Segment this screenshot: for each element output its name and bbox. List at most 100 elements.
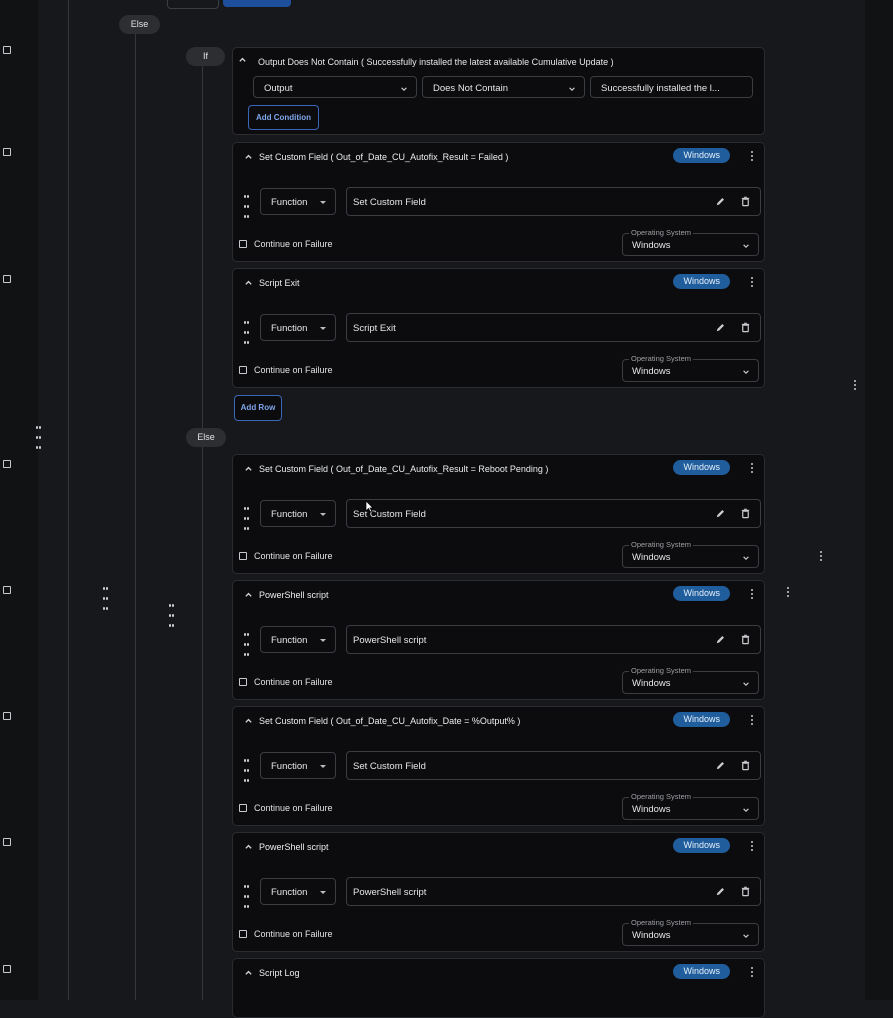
- continue-on-failure[interactable]: Continue on Failure: [239, 677, 333, 687]
- drag-handle-icon[interactable]: [244, 881, 252, 911]
- edit-icon[interactable]: [715, 886, 726, 897]
- continue-on-failure-checkbox[interactable]: [239, 803, 247, 812]
- operating-system-value: Windows: [632, 930, 671, 941]
- operating-system-select[interactable]: Operating System Windows: [622, 354, 759, 382]
- chevron-up-icon[interactable]: [244, 464, 253, 473]
- operating-system-select[interactable]: Operating System Windows: [622, 792, 759, 820]
- drag-handle-icon[interactable]: [244, 629, 252, 659]
- more-options-icon[interactable]: [820, 551, 823, 563]
- top-secondary-button[interactable]: [167, 0, 219, 9]
- continue-on-failure-checkbox[interactable]: [239, 365, 247, 374]
- more-options-icon[interactable]: [854, 380, 857, 392]
- delete-icon[interactable]: [740, 886, 751, 897]
- delete-icon[interactable]: [740, 760, 751, 771]
- tree-line: [202, 66, 203, 1000]
- continue-on-failure-label: Continue on Failure: [254, 365, 333, 375]
- card-title: Script Log: [259, 968, 300, 978]
- row-checkbox[interactable]: [3, 586, 11, 594]
- continue-on-failure-checkbox[interactable]: [239, 677, 247, 686]
- condition-operator-select[interactable]: Does Not Contain: [422, 76, 585, 98]
- delete-icon[interactable]: [740, 322, 751, 333]
- function-select[interactable]: Function: [260, 878, 336, 905]
- edit-icon[interactable]: [715, 634, 726, 645]
- drag-handle-icon[interactable]: [169, 600, 177, 630]
- continue-on-failure-label: Continue on Failure: [254, 929, 333, 939]
- more-options-icon[interactable]: [751, 967, 754, 979]
- add-condition-button[interactable]: Add Condition: [248, 105, 319, 130]
- delete-icon[interactable]: [740, 196, 751, 207]
- function-select[interactable]: Function: [260, 626, 336, 653]
- chevron-up-icon[interactable]: [244, 968, 253, 977]
- row-checkbox[interactable]: [3, 275, 11, 283]
- function-select[interactable]: Function: [260, 188, 336, 215]
- continue-on-failure[interactable]: Continue on Failure: [239, 239, 333, 249]
- function-select[interactable]: Function: [260, 314, 336, 341]
- drag-handle-icon[interactable]: [244, 317, 252, 347]
- function-value: Script Exit: [353, 323, 396, 334]
- continue-on-failure-checkbox[interactable]: [239, 929, 247, 938]
- row-checkbox[interactable]: [3, 965, 11, 973]
- continue-on-failure-checkbox[interactable]: [239, 551, 247, 560]
- continue-on-failure[interactable]: Continue on Failure: [239, 803, 333, 813]
- operating-system-select[interactable]: Operating System Windows: [622, 228, 759, 256]
- edit-icon[interactable]: [715, 322, 726, 333]
- card-title: PowerShell script: [259, 590, 329, 600]
- operating-system-value: Windows: [632, 552, 671, 563]
- edit-icon[interactable]: [715, 196, 726, 207]
- function-value-input[interactable]: Set Custom Field: [346, 187, 761, 216]
- chevron-up-icon[interactable]: [244, 152, 253, 161]
- continue-on-failure[interactable]: Continue on Failure: [239, 365, 333, 375]
- more-options-icon[interactable]: [751, 151, 754, 163]
- function-select[interactable]: Function: [260, 500, 336, 527]
- function-value-input[interactable]: Script Exit: [346, 313, 761, 342]
- chevron-down-icon: [743, 244, 749, 248]
- add-row-button[interactable]: Add Row: [234, 395, 282, 421]
- more-options-icon[interactable]: [751, 463, 754, 475]
- edit-icon[interactable]: [715, 760, 726, 771]
- top-primary-button[interactable]: [223, 0, 291, 7]
- function-select-label: Function: [271, 761, 308, 772]
- drag-handle-icon[interactable]: [244, 755, 252, 785]
- drag-handle-icon[interactable]: [36, 422, 44, 452]
- more-options-icon[interactable]: [751, 589, 754, 601]
- caret-down-icon: [320, 891, 326, 894]
- operating-system-select[interactable]: Operating System Windows: [622, 918, 759, 946]
- delete-icon[interactable]: [740, 634, 751, 645]
- operating-system-select[interactable]: Operating System Windows: [622, 540, 759, 568]
- more-options-icon[interactable]: [751, 277, 754, 289]
- chevron-up-icon[interactable]: [244, 716, 253, 725]
- more-options-icon[interactable]: [787, 587, 790, 599]
- row-checkbox[interactable]: [3, 712, 11, 720]
- drag-handle-icon[interactable]: [244, 503, 252, 533]
- condition-value-input[interactable]: Successfully installed the l...: [590, 76, 753, 98]
- chevron-up-icon[interactable]: [244, 842, 253, 851]
- more-options-icon[interactable]: [751, 841, 754, 853]
- chevron-down-icon: [743, 808, 749, 812]
- function-value-input[interactable]: PowerShell script: [346, 877, 761, 906]
- drag-handle-icon[interactable]: [244, 191, 252, 221]
- continue-on-failure[interactable]: Continue on Failure: [239, 551, 333, 561]
- continue-on-failure-checkbox[interactable]: [239, 239, 247, 248]
- operating-system-legend: Operating System: [629, 540, 694, 549]
- chevron-up-icon[interactable]: [244, 278, 253, 287]
- function-value-input[interactable]: PowerShell script: [346, 625, 761, 654]
- row-checkbox[interactable]: [3, 838, 11, 846]
- more-options-icon[interactable]: [751, 715, 754, 727]
- delete-icon[interactable]: [740, 508, 751, 519]
- row-checkbox[interactable]: [3, 46, 11, 54]
- function-value-input[interactable]: Set Custom Field: [346, 751, 761, 780]
- function-value: Set Custom Field: [353, 509, 426, 520]
- operating-system-select[interactable]: Operating System Windows: [622, 666, 759, 694]
- function-value: Set Custom Field: [353, 197, 426, 208]
- chevron-up-icon[interactable]: [238, 55, 247, 64]
- row-checkbox[interactable]: [3, 148, 11, 156]
- caret-down-icon: [320, 201, 326, 204]
- function-value-input[interactable]: Set Custom Field: [346, 499, 761, 528]
- condition-field-select[interactable]: Output: [253, 76, 417, 98]
- edit-icon[interactable]: [715, 508, 726, 519]
- chevron-up-icon[interactable]: [244, 590, 253, 599]
- continue-on-failure[interactable]: Continue on Failure: [239, 929, 333, 939]
- drag-handle-icon[interactable]: [103, 583, 111, 613]
- row-checkbox[interactable]: [3, 460, 11, 468]
- function-select[interactable]: Function: [260, 752, 336, 779]
